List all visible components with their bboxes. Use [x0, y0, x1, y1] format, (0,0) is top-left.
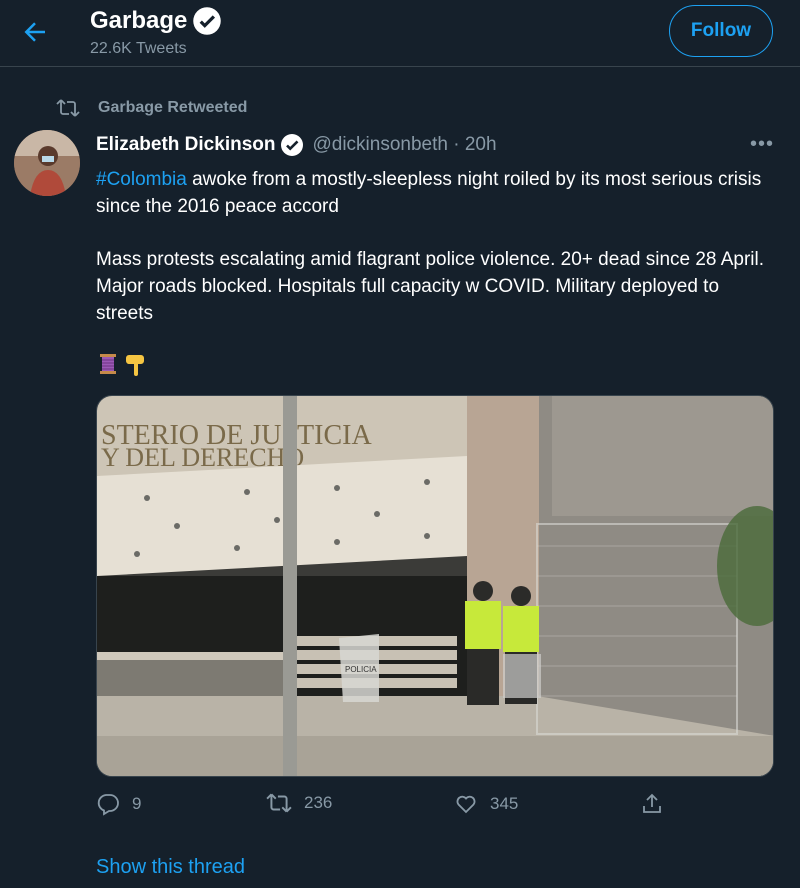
verified-badge-icon: [281, 134, 304, 156]
shield-text: POLICIA: [345, 665, 377, 674]
share-button[interactable]: [640, 792, 664, 816]
hashtag-link[interactable]: #Colombia: [96, 169, 187, 190]
show-thread-link[interactable]: Show this thread: [96, 856, 245, 879]
tweet-text: #Colombia awoke from a mostly-sleepless …: [96, 166, 776, 327]
like-icon: [456, 795, 476, 814]
author-handle-time[interactable]: @dickinsonbeth · 20h: [312, 134, 496, 156]
share-icon: [643, 793, 661, 813]
author-name[interactable]: Elizabeth Dickinson: [96, 134, 275, 156]
backhand-index-down-emoji-icon: [126, 355, 144, 376]
avatar-image: [14, 130, 80, 196]
tweet-emoji: [96, 352, 148, 376]
profile-title: Garbage: [90, 6, 222, 36]
profile-header: Garbage 22.6K Tweets Follow: [0, 0, 800, 67]
tweet-paragraph-2: Mass protests escalating amid flagrant p…: [96, 249, 765, 324]
like-count: 345: [490, 794, 519, 813]
retweet-icon: [266, 793, 292, 813]
reply-icon: [97, 794, 119, 816]
tweet-author: Elizabeth Dickinson @dickinsonbeth · 20h: [96, 133, 497, 157]
retweet-label: Garbage Retweeted: [98, 99, 248, 116]
tweet-text-1: awoke from a mostly-sleepless night roil…: [96, 169, 762, 217]
tweet-image[interactable]: STERIO DE JUSTICIA Y DEL DERECHO POLICIA: [96, 395, 774, 777]
avatar[interactable]: [14, 130, 80, 196]
tweet-paragraph-1: #Colombia awoke from a mostly-sleepless …: [96, 166, 776, 220]
verified-badge-icon: [193, 7, 222, 35]
like-button[interactable]: 345: [454, 792, 518, 816]
profile-name: Garbage: [90, 7, 188, 34]
retweet-context: Garbage Retweeted: [56, 98, 247, 118]
tweet-photo: STERIO DE JUSTICIA Y DEL DERECHO POLICIA: [97, 396, 773, 776]
follow-button[interactable]: Follow: [669, 5, 773, 57]
tweet-actions: 9 236 345: [96, 792, 776, 824]
retweet-count: 236: [304, 793, 333, 812]
tweet-count: 22.6K Tweets: [90, 40, 187, 57]
reply-button[interactable]: 9: [96, 792, 141, 816]
retweet-button[interactable]: 236: [266, 792, 332, 814]
back-arrow-icon[interactable]: [20, 17, 50, 47]
more-icon[interactable]: •••: [750, 133, 774, 156]
retweet-icon: [56, 99, 80, 117]
reply-count: 9: [132, 794, 142, 813]
thread-emoji-icon: [100, 354, 116, 374]
